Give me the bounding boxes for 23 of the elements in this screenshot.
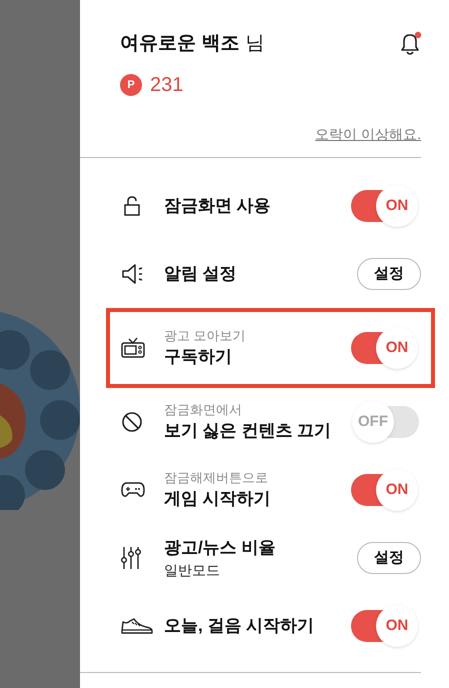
user-name: 여유로운 백조 <box>120 32 240 56</box>
honorific: 님 <box>245 32 264 56</box>
tv-icon <box>120 336 146 360</box>
item-title: 오늘, 걸음 시작하기 <box>164 615 316 637</box>
item-caption: 잠금화면에서 <box>164 401 243 419</box>
points-value: 231 <box>150 73 184 98</box>
item-title: 잠금화면 사용 <box>164 195 272 217</box>
settings-button[interactable]: 설정 <box>357 542 421 574</box>
sliders-icon <box>120 545 142 571</box>
item-title: 구독하기 <box>164 346 233 368</box>
item-title: 보기 싫은 컨텐츠 끄기 <box>164 420 332 442</box>
item-note: 일반모드 <box>164 561 221 580</box>
sneaker-icon <box>120 616 154 636</box>
report-link[interactable]: 오락이 이상해요. <box>315 124 421 145</box>
item-title: 게임 시작하기 <box>164 488 272 510</box>
item-caption: 잠금해제버튼으로 <box>164 469 269 487</box>
block-icon <box>120 410 144 434</box>
point-icon: P <box>120 74 142 96</box>
item-caption: 광고 모아보기 <box>164 327 247 345</box>
item-title: 광고/뉴스 비율 <box>164 537 276 559</box>
gamepad-icon <box>120 480 146 500</box>
item-title: 알림 설정 <box>164 263 238 285</box>
settings-button[interactable]: 설정 <box>357 258 421 290</box>
